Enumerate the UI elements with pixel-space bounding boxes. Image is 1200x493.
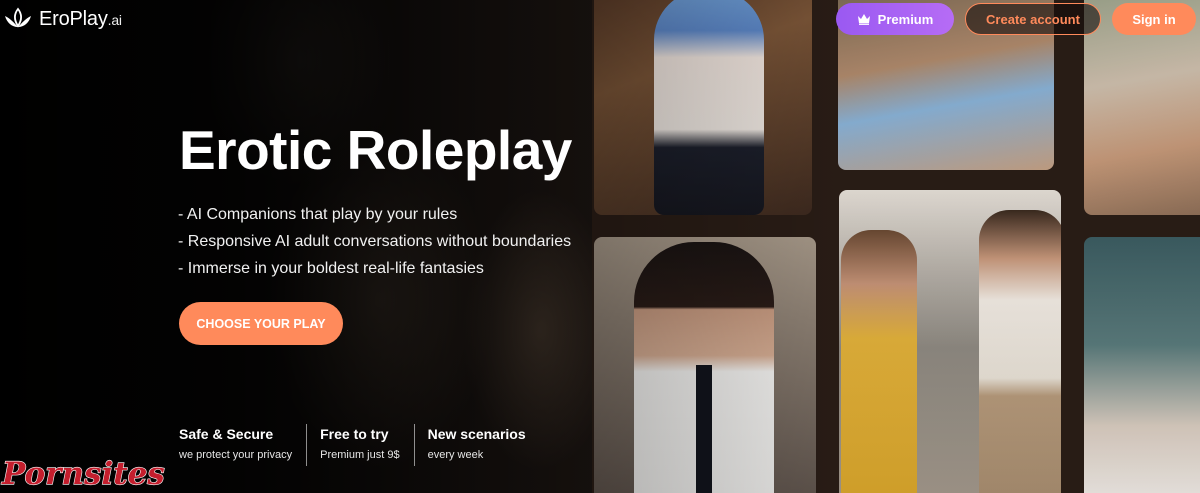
watermark-text: Pornsites [1, 456, 165, 492]
badge-new-scenarios: New scenarios every week [428, 424, 540, 466]
badge-subtitle: Premium just 9$ [320, 449, 400, 461]
crown-icon [857, 14, 870, 25]
premium-button[interactable]: Premium [836, 3, 954, 35]
badge-safe-secure: Safe & Secure we protect your privacy [179, 424, 308, 466]
pornsites-watermark: Pornsites [0, 452, 170, 493]
top-nav: Premium Create account Sign in [836, 3, 1196, 35]
trust-badges: Safe & Secure we protect your privacy Fr… [179, 424, 553, 466]
photo-grid [592, 0, 1200, 493]
badge-title: Safe & Secure [179, 426, 274, 442]
feature-item: - AI Companions that play by your rules [178, 206, 458, 223]
badge-free-to-try: Free to try Premium just 9$ [320, 424, 415, 466]
photo-tile-couple-street [839, 190, 1061, 493]
photo-tile-doctor [1084, 237, 1200, 493]
badge-subtitle: every week [427, 449, 484, 461]
feature-item: - Responsive AI adult conversations with… [178, 233, 572, 250]
feature-item: - Immerse in your boldest real-life fant… [178, 260, 484, 277]
lotus-logo-icon [5, 7, 31, 28]
choose-your-play-button[interactable]: CHOOSE YOUR PLAY [179, 302, 343, 345]
badge-subtitle: we protect your privacy [179, 449, 293, 461]
badge-title: New scenarios [427, 426, 526, 442]
logo-text: EroPlay.ai [39, 7, 122, 30]
site-logo[interactable]: EroPlay.ai [2, 6, 122, 32]
feature-list: - AI Companions that play by your rules … [178, 204, 571, 285]
premium-label: Premium [877, 11, 934, 27]
badge-title: Free to try [320, 426, 389, 442]
photo-tile-anime-girl [594, 0, 812, 215]
photo-tile-schoolgirl [594, 237, 816, 493]
create-account-button[interactable]: Create account [965, 3, 1101, 35]
sign-in-button[interactable]: Sign in [1112, 3, 1196, 35]
hero-title: Erotic Roleplay [179, 119, 572, 181]
